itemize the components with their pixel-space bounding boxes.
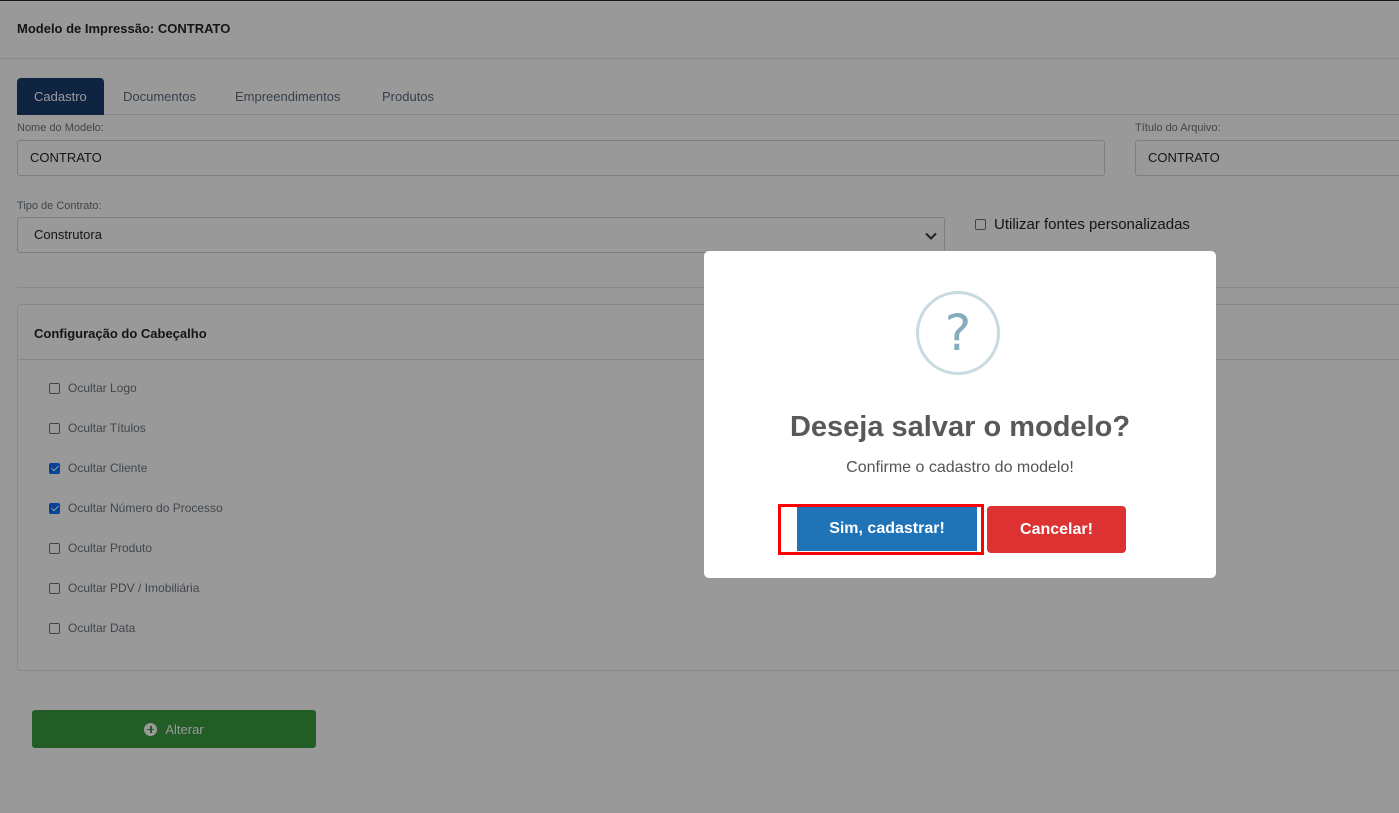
question-icon: ? bbox=[916, 291, 1000, 375]
dialog-text: Confirme o cadastro do modelo! bbox=[846, 459, 1074, 476]
cancel-button[interactable]: Cancelar! bbox=[987, 506, 1126, 553]
dialog-title: Deseja salvar o modelo? bbox=[789, 411, 1131, 443]
confirm-button[interactable]: Sim, cadastrar! bbox=[792, 507, 977, 551]
confirm-dialog: ? Deseja salvar o modelo? Confirme o cad… bbox=[704, 251, 1216, 578]
